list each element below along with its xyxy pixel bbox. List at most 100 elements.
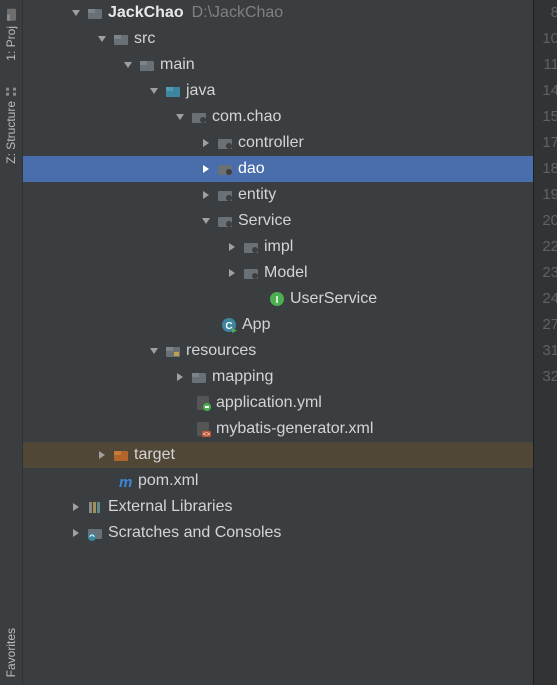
structure-tab-icon bbox=[4, 83, 18, 97]
resources-folder-icon bbox=[164, 342, 182, 360]
source-folder-icon bbox=[164, 82, 182, 100]
ide-root: 1: Proj Z: Structure Favorites JackChao D… bbox=[0, 0, 557, 685]
gutter-line-number: 15 bbox=[534, 104, 557, 130]
expand-arrow-icon[interactable] bbox=[196, 164, 216, 174]
ext-libs-icon bbox=[86, 498, 104, 516]
tree-item-label: impl bbox=[264, 238, 293, 256]
tree-row[interactable]: External Libraries bbox=[23, 494, 533, 520]
package-icon bbox=[216, 186, 234, 204]
gutter-line-number: 31 bbox=[534, 338, 557, 364]
gutter-line-number: 17 bbox=[534, 130, 557, 156]
tree-row[interactable]: src bbox=[23, 26, 533, 52]
expand-arrow-icon[interactable] bbox=[144, 86, 164, 96]
tree-row[interactable]: Service bbox=[23, 208, 533, 234]
tree-row[interactable]: target bbox=[23, 442, 533, 468]
tree-row[interactable]: C App bbox=[23, 312, 533, 338]
tree-row[interactable]: entity bbox=[23, 182, 533, 208]
gutter-line-number: 27 bbox=[534, 312, 557, 338]
tab-structure[interactable]: Z: Structure bbox=[1, 75, 21, 172]
expand-arrow-icon[interactable] bbox=[196, 216, 216, 226]
tree-item-label: JackChao bbox=[108, 4, 184, 22]
expand-arrow-icon[interactable] bbox=[66, 528, 86, 538]
tab-project-label: 1: Proj bbox=[4, 26, 18, 61]
tab-favorites[interactable]: Favorites bbox=[1, 620, 21, 685]
class-run-icon: C bbox=[220, 316, 238, 334]
tree-row[interactable]: I UserService bbox=[23, 286, 533, 312]
yml-icon bbox=[194, 394, 212, 412]
svg-text:m: m bbox=[119, 474, 132, 489]
tree-item-label: pom.xml bbox=[138, 472, 198, 490]
tree-item-label: com.chao bbox=[212, 108, 281, 126]
tree-item-label: src bbox=[134, 30, 155, 48]
tree-item-label: External Libraries bbox=[108, 498, 233, 516]
tree-row[interactable]: <> mybatis-generator.xml bbox=[23, 416, 533, 442]
tree-item-label: Service bbox=[238, 212, 291, 230]
folder-icon bbox=[190, 368, 208, 386]
tree-row[interactable]: JackChao D:\JackChao bbox=[23, 0, 533, 26]
expand-arrow-icon[interactable] bbox=[66, 8, 86, 18]
tree-item-label: controller bbox=[238, 134, 304, 152]
package-icon bbox=[216, 160, 234, 178]
expand-arrow-icon[interactable] bbox=[222, 268, 242, 278]
tree-row[interactable]: Model bbox=[23, 260, 533, 286]
tree-row[interactable]: application.yml bbox=[23, 390, 533, 416]
scratch-icon bbox=[86, 524, 104, 542]
project-tree[interactable]: JackChao D:\JackChao srcmain java com.chao co… bbox=[23, 0, 533, 685]
tree-item-label: UserService bbox=[290, 290, 377, 308]
tree-row[interactable]: mapping bbox=[23, 364, 533, 390]
tree-row[interactable]: controller bbox=[23, 130, 533, 156]
tab-favorites-label: Favorites bbox=[4, 628, 18, 677]
tree-row[interactable]: Scratches and Consoles bbox=[23, 520, 533, 546]
gutter-line-number: 22 bbox=[534, 234, 557, 260]
tree-item-label: java bbox=[186, 82, 215, 100]
tree-row[interactable]: impl bbox=[23, 234, 533, 260]
target-folder-icon bbox=[112, 446, 130, 464]
expand-arrow-icon[interactable] bbox=[222, 242, 242, 252]
expand-arrow-icon[interactable] bbox=[66, 502, 86, 512]
gutter-line-number: 8 bbox=[534, 0, 557, 26]
tree-item-label: target bbox=[134, 446, 175, 464]
gutter-line-number: 18 bbox=[534, 156, 557, 182]
tree-item-label: Scratches and Consoles bbox=[108, 524, 281, 542]
expand-arrow-icon[interactable] bbox=[92, 34, 112, 44]
tree-row[interactable]: java bbox=[23, 78, 533, 104]
gutter-line-number: 32 bbox=[534, 364, 557, 390]
expand-arrow-icon[interactable] bbox=[118, 60, 138, 70]
tree-row[interactable]: com.chao bbox=[23, 104, 533, 130]
expand-arrow-icon[interactable] bbox=[196, 138, 216, 148]
tree-row[interactable]: resources bbox=[23, 338, 533, 364]
expand-arrow-icon[interactable] bbox=[170, 372, 190, 382]
tab-structure-label: Z: Structure bbox=[4, 101, 18, 164]
editor-gutter: 81011141517181920222324273132 bbox=[533, 0, 557, 685]
folder-icon bbox=[112, 30, 130, 48]
package-icon bbox=[242, 238, 260, 256]
project-tab-icon bbox=[4, 8, 18, 22]
tree-item-label: mapping bbox=[212, 368, 273, 386]
folder-icon bbox=[138, 56, 156, 74]
svg-text:I: I bbox=[276, 295, 279, 306]
tree-row[interactable]: dao bbox=[23, 156, 533, 182]
tree-item-label: main bbox=[160, 56, 195, 74]
tree-item-label: dao bbox=[238, 160, 265, 178]
expand-arrow-icon[interactable] bbox=[144, 346, 164, 356]
tab-project[interactable]: 1: Proj bbox=[1, 0, 21, 69]
tree-item-label: entity bbox=[238, 186, 276, 204]
expand-arrow-icon[interactable] bbox=[196, 190, 216, 200]
module-icon bbox=[86, 4, 104, 22]
tree-row[interactable]: main bbox=[23, 52, 533, 78]
tree-item-label: resources bbox=[186, 342, 256, 360]
svg-text:<>: <> bbox=[203, 432, 211, 437]
interface-icon: I bbox=[268, 290, 286, 308]
svg-text:C: C bbox=[225, 321, 232, 332]
tree-row[interactable]: m pom.xml bbox=[23, 468, 533, 494]
expand-arrow-icon[interactable] bbox=[170, 112, 190, 122]
gutter-line-number: 20 bbox=[534, 208, 557, 234]
expand-arrow-icon[interactable] bbox=[92, 450, 112, 460]
gutter-line-number: 14 bbox=[534, 78, 557, 104]
tree-item-path: D:\JackChao bbox=[192, 4, 284, 22]
tree-item-label: mybatis-generator.xml bbox=[216, 420, 373, 438]
package-icon bbox=[190, 108, 208, 126]
tree-item-label: App bbox=[242, 316, 270, 334]
gutter-line-number: 19 bbox=[534, 182, 557, 208]
package-icon bbox=[216, 134, 234, 152]
